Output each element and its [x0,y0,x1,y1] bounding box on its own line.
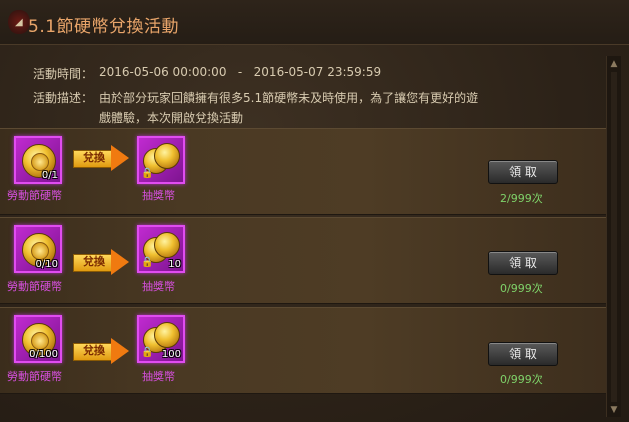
lock-icon: 🔒 [141,168,154,179]
reward-item-name: 抽獎幣 [142,280,175,293]
reward-item-slot[interactable]: 🔒 10 [137,225,185,273]
exchange-row: 0/1 勞動節硬幣 兌換 🔒 抽獎幣 領 取 2/999次 [0,128,606,215]
reward-count: 100 [161,349,181,360]
exchange-label: 兌換 [83,344,105,357]
reward-item-name: 抽獎幣 [142,189,175,202]
reward-item-slot[interactable]: 🔒 100 [137,315,185,363]
desc-line-1: 由於部分玩家回饋擁有很多5.1節硬幣未及時使用，為了讓您有更好的遊 [99,91,479,105]
cost-item-name: 勞動節硬幣 [7,189,62,202]
claim-button[interactable]: 領 取 [488,251,558,275]
exchange-arrow-icon: 兌換 [73,249,131,275]
claim-button[interactable]: 領 取 [488,342,558,366]
desc-line-2: 戲體驗，本次開啟兌換活動 [99,111,244,125]
exchange-label: 兌換 [83,151,105,164]
exchange-label: 兌換 [83,255,105,268]
cost-item-slot[interactable]: 0/100 [14,315,62,363]
cost-item-name: 勞動節硬幣 [7,370,62,383]
exchange-arrow-icon: 兌換 [73,338,131,364]
lock-icon: 🔒 [141,347,154,358]
exchange-row: 0/100 勞動節硬幣 兌換 🔒 100 抽獎幣 領 取 0/999次 [0,307,606,394]
cost-count: 0/1 [41,170,58,181]
cost-item-slot[interactable]: 0/10 [14,225,62,273]
desc-label: 活動描述： [33,91,94,105]
exchange-times: 2/999次 [500,192,543,205]
time-label: 活動時間： [33,67,94,81]
exchange-arrow-icon: 兌換 [73,145,131,171]
scroll-track[interactable] [611,72,617,402]
scroll-down-icon[interactable]: ▼ [609,405,619,415]
collapse-arrow-icon[interactable]: ◢ [15,17,23,28]
cost-item-name: 勞動節硬幣 [7,280,62,293]
cost-count: 0/100 [29,349,58,360]
scroll-up-icon[interactable]: ▲ [609,59,619,69]
reward-count: 10 [168,259,181,270]
lock-icon: 🔒 [141,257,154,268]
exchange-times: 0/999次 [500,282,543,295]
cost-count: 0/10 [35,259,58,270]
reward-item-name: 抽獎幣 [142,370,175,383]
exchange-times: 0/999次 [500,373,543,386]
panel-header: ◢ 5.1節硬幣兌換活動 [0,0,629,45]
cost-item-slot[interactable]: 0/1 [14,136,62,184]
reward-item-slot[interactable]: 🔒 [137,136,185,184]
event-panel: ◢ 5.1節硬幣兌換活動 活動時間： 2016-05-06 00:00:00 -… [0,0,629,422]
event-title: 5.1節硬幣兌換活動 [28,17,180,37]
scrollbar[interactable]: ▲ ▼ [606,56,621,417]
time-value: 2016-05-06 00:00:00 - 2016-05-07 23:59:5… [99,65,382,79]
claim-button[interactable]: 領 取 [488,160,558,184]
exchange-row: 0/10 勞動節硬幣 兌換 🔒 10 抽獎幣 領 取 0/999次 [0,217,606,304]
